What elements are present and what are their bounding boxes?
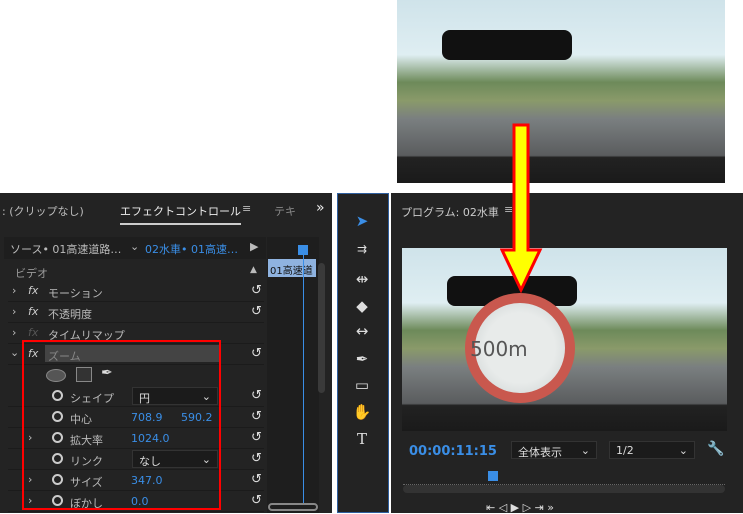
arrow-shape [500, 123, 543, 294]
video-section-label: ビデオ [15, 267, 48, 280]
zoom-scroll-handle[interactable] [268, 503, 318, 511]
type-tool-icon[interactable]: T [350, 430, 374, 448]
arrow-annotation [500, 123, 543, 294]
time-ruler[interactable] [403, 477, 725, 485]
sequence-clip-label[interactable]: 02水車• 01高速… [145, 241, 238, 257]
selection-tool-icon[interactable]: ➤ [350, 212, 374, 230]
source-clip-label: ソース• 01高速道路… [10, 243, 122, 256]
highlight-box [22, 340, 221, 510]
clip-label: 01高速道 [270, 266, 313, 277]
reset-icon[interactable]: ↺ [251, 388, 262, 403]
source-photo [397, 0, 725, 183]
slip-tool-icon[interactable]: ↔ [350, 322, 374, 340]
reset-icon[interactable]: ↺ [251, 283, 262, 298]
razor-tool-icon[interactable]: ◆ [350, 297, 374, 315]
wrench-icon[interactable]: 🔧 [707, 441, 724, 457]
expand-icon[interactable]: › [12, 326, 16, 339]
reset-icon[interactable]: ↺ [251, 346, 262, 361]
expand-icon[interactable]: › [12, 305, 16, 318]
collapse-up-icon[interactable]: ▲ [250, 265, 257, 275]
effect-opacity[interactable]: 不透明度 [48, 306, 92, 322]
fit-dropdown[interactable]: 全体表示 ⌄ [511, 441, 597, 459]
chevron-down-icon[interactable]: ⌄ [130, 240, 139, 253]
effect-motion[interactable]: モーション [48, 285, 103, 301]
tab-effect-controls[interactable]: エフェクトコントロール [120, 203, 241, 225]
zoom-circle[interactable]: 500m [465, 293, 575, 403]
more-tabs-icon[interactable]: » [316, 200, 325, 216]
panel-menu-icon[interactable]: ≡ [242, 202, 251, 215]
playhead-line [303, 253, 304, 503]
rearview-mirror [442, 30, 572, 60]
sign-text: 500m [470, 337, 528, 361]
fx-icon[interactable]: fx [28, 305, 38, 318]
program-title: プログラム: 02水車 [401, 206, 499, 219]
hand-tool-icon[interactable]: ✋ [350, 403, 374, 421]
reset-icon[interactable]: ↺ [251, 493, 262, 508]
scrollbar[interactable] [318, 263, 325, 393]
expand-icon[interactable]: › [12, 284, 16, 297]
fx-icon[interactable]: fx [28, 284, 38, 297]
clip-bar[interactable]: 01高速道 [268, 259, 316, 277]
reset-icon[interactable]: ↺ [251, 304, 262, 319]
transport-controls[interactable]: ⇤ ◁ ▶ ▷ ⇥ » [486, 501, 554, 514]
fx-icon: fx [28, 326, 39, 339]
fit-value: 全体表示 [518, 446, 562, 459]
mini-timeline[interactable] [267, 237, 319, 513]
timecode[interactable]: 00:00:11:15 [409, 444, 497, 459]
tab-no-clip[interactable]: : (クリップなし) [2, 203, 84, 219]
play-triangle-icon[interactable]: ▶ [250, 240, 258, 253]
reset-icon[interactable]: ↺ [251, 430, 262, 445]
zoom-scrollbar[interactable] [403, 485, 725, 493]
resolution-dropdown[interactable]: 1/2 ⌄ [609, 441, 695, 459]
track-select-tool-icon[interactable]: ⇉ [350, 242, 374, 256]
playhead[interactable] [488, 471, 499, 481]
ripple-edit-tool-icon[interactable]: ⇹ [350, 270, 374, 288]
tab-text[interactable]: テキ [274, 203, 296, 219]
program-video[interactable]: 500m [402, 248, 727, 431]
resolution-value: 1/2 [616, 444, 634, 457]
reset-icon[interactable]: ↺ [251, 451, 262, 466]
reset-icon[interactable]: ↺ [251, 409, 262, 424]
reset-icon[interactable]: ↺ [251, 472, 262, 487]
collapse-icon[interactable]: ⌄ [10, 346, 19, 359]
pen-tool-icon[interactable]: ✒ [350, 350, 374, 368]
rectangle-tool-icon[interactable]: ▭ [350, 376, 374, 394]
program-monitor: プログラム: 02水車 ≡ 500m 00:00:11:15 全体表示 ⌄ 1/2… [391, 193, 743, 514]
